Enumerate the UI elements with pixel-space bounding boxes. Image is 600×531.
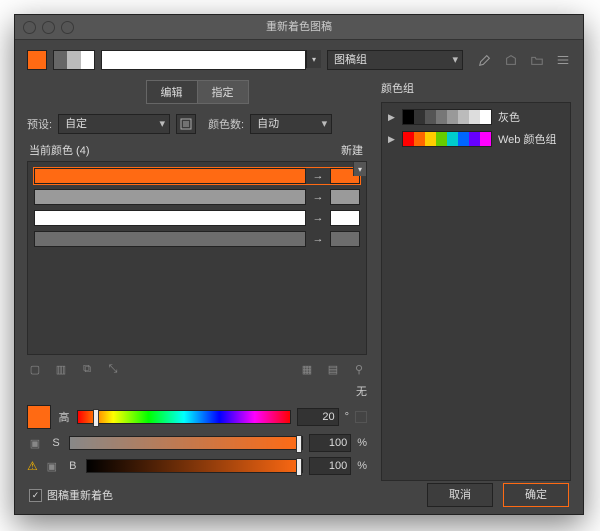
window-controls[interactable] <box>23 21 74 34</box>
find-icon[interactable]: ⚲ <box>351 361 367 377</box>
ok-button[interactable]: 确定 <box>503 483 569 507</box>
group-color-strip[interactable] <box>53 50 95 70</box>
gamut-warning-icon[interactable]: ⚠ <box>27 459 38 473</box>
color-mapping-list: ▾ → → → → <box>27 161 367 355</box>
preset-label: 预设: <box>27 116 52 132</box>
options-icon[interactable] <box>555 52 571 68</box>
group-name: Web 颜色组 <box>498 131 556 147</box>
color-row[interactable]: → <box>34 189 360 205</box>
source-color-bar[interactable] <box>34 231 306 247</box>
color-count-label: 颜色数: <box>208 116 244 132</box>
mode-tabs: 编辑 指定 <box>27 80 367 104</box>
sat-label: S <box>49 437 63 449</box>
arrow-icon: → <box>312 191 324 203</box>
exclude-icon[interactable]: ▤ <box>325 361 341 377</box>
cube-icon[interactable]: ▣ <box>27 435 43 451</box>
minimize-window-icon[interactable] <box>42 21 55 34</box>
sat-value[interactable]: 100 <box>309 434 351 452</box>
dialog-title: 重新着色图稿 <box>15 15 583 39</box>
preset-options-button[interactable] <box>176 114 196 134</box>
top-toolbar: ▾ 图稿组 <box>27 50 571 70</box>
merge-icon[interactable]: ⧉ <box>79 361 95 377</box>
hue-value[interactable]: 20 <box>297 408 339 426</box>
source-color-bar[interactable] <box>34 189 306 205</box>
list-header-menu[interactable]: ▾ <box>353 162 366 176</box>
bri-slider[interactable] <box>86 459 303 473</box>
hue-label: 高 <box>57 409 71 425</box>
group-name: 灰色 <box>498 109 520 125</box>
group-name-field[interactable] <box>101 50 306 70</box>
recolor-artwork-dialog: 重新着色图稿 ▾ 图稿组 编辑 <box>14 14 584 515</box>
hue-unit: ° <box>345 411 349 423</box>
bri-unit: % <box>357 460 367 472</box>
folder-icon[interactable] <box>529 52 545 68</box>
preset-select[interactable]: 自定 <box>58 114 170 134</box>
cancel-button[interactable]: 取消 <box>427 483 493 507</box>
cube2-icon[interactable]: ▣ <box>44 458 60 474</box>
color-groups-header: 颜色组 <box>381 80 571 96</box>
artwork-group-select[interactable]: 图稿组 <box>327 50 463 70</box>
separate-icon[interactable]: ⤡ <box>105 361 121 377</box>
titlebar[interactable]: 重新着色图稿 <box>15 15 583 40</box>
hsb-panel: 高 20 ° ▣ S 100 % ⚠ ▣ <box>27 405 367 480</box>
color-group-row[interactable]: ▶ 灰色 <box>388 109 564 125</box>
disclosure-triangle-icon[interactable]: ▶ <box>388 134 396 145</box>
color-group-row[interactable]: ▶ Web 颜色组 <box>388 131 564 147</box>
tab-assign[interactable]: 指定 <box>198 80 249 104</box>
eyedropper-icon[interactable] <box>477 52 493 68</box>
none-label: 无 <box>356 383 367 399</box>
color-row[interactable]: → <box>34 231 360 247</box>
bri-value[interactable]: 100 <box>309 457 351 475</box>
color-count-select[interactable]: 自动 <box>250 114 332 134</box>
arrow-icon: → <box>312 212 324 224</box>
group-swatch-strip <box>402 131 492 147</box>
recolor-artwork-label: 图稿重新着色 <box>47 487 113 503</box>
sat-slider[interactable] <box>69 436 303 450</box>
current-colors-label: 当前颜色 (4) <box>29 142 90 158</box>
color-row[interactable]: → <box>34 210 360 226</box>
bri-label: B <box>66 460 80 472</box>
swap-icon[interactable] <box>355 411 367 423</box>
group-swatch-strip <box>402 109 492 125</box>
recolor-artwork-checkbox[interactable]: ✓ <box>29 489 42 502</box>
zoom-window-icon[interactable] <box>61 21 74 34</box>
dest-color-swatch[interactable] <box>330 189 360 205</box>
save-group-icon[interactable] <box>503 52 519 68</box>
source-color-bar[interactable] <box>34 210 306 226</box>
multi-column-icon[interactable]: ▥ <box>53 361 69 377</box>
new-column-label: 新建 <box>341 142 363 158</box>
dialog-footer: ✓ 图稿重新着色 取消 确定 <box>15 476 583 514</box>
dest-color-swatch[interactable] <box>330 231 360 247</box>
color-row[interactable]: → <box>34 168 360 184</box>
group-menu-button[interactable]: ▾ <box>306 50 321 68</box>
edited-color-swatch[interactable] <box>27 405 51 429</box>
disclosure-triangle-icon[interactable]: ▶ <box>388 112 396 123</box>
hue-slider[interactable] <box>77 410 291 424</box>
arrow-icon: → <box>312 233 324 245</box>
tab-edit[interactable]: 编辑 <box>146 80 198 104</box>
close-window-icon[interactable] <box>23 21 36 34</box>
active-color-swatch[interactable] <box>27 50 47 70</box>
list-tools: ▢ ▥ ⧉ ⤡ ▦ ▤ ⚲ <box>27 361 367 377</box>
color-groups-list: ▶ 灰色 ▶ Web 颜色组 <box>381 102 571 481</box>
dest-color-swatch[interactable] <box>330 210 360 226</box>
sat-unit: % <box>357 437 367 449</box>
source-color-bar[interactable] <box>34 168 306 184</box>
arrow-icon: → <box>312 170 324 182</box>
new-row-icon[interactable]: ▦ <box>299 361 315 377</box>
single-column-icon[interactable]: ▢ <box>27 361 43 377</box>
